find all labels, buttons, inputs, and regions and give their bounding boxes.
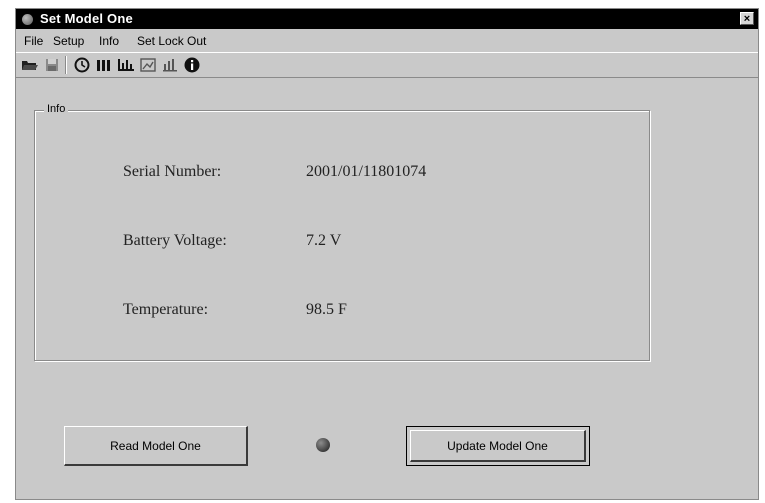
read-model-one-button[interactable]: Read Model One: [64, 426, 248, 466]
update-button-face: Update Model One: [410, 430, 586, 462]
info-group-legend: Info: [44, 103, 69, 115]
toolbar: [16, 52, 758, 78]
serial-number-label: Serial Number:: [123, 163, 222, 180]
status-indicator-icon: [316, 438, 330, 452]
close-button[interactable]: ×: [740, 12, 754, 25]
update-model-one-button[interactable]: Update Model One: [406, 426, 590, 466]
battery-voltage-label: Battery Voltage:: [123, 232, 227, 249]
menu-info[interactable]: Info: [99, 34, 119, 48]
temperature-value: 98.5 F: [306, 301, 347, 318]
image-chart-icon[interactable]: [138, 56, 158, 74]
clock-icon[interactable]: [72, 56, 92, 74]
menu-set-lock-out[interactable]: Set Lock Out: [137, 34, 206, 48]
serial-number-value: 2001/01/11801074: [306, 163, 427, 180]
save-disk-icon[interactable]: [42, 56, 62, 74]
small-bars-icon[interactable]: [160, 56, 180, 74]
toolbar-separator: [65, 56, 67, 74]
battery-voltage-value: 7.2 V: [306, 232, 342, 249]
bar-columns-icon[interactable]: [94, 56, 114, 74]
update-model-one-label: Update Model One: [447, 438, 548, 453]
title-bar[interactable]: Set Model One ×: [16, 9, 758, 29]
menu-setup[interactable]: Setup: [53, 34, 84, 48]
app-icon: [22, 14, 33, 25]
info-icon[interactable]: [182, 56, 202, 74]
temperature-label: Temperature:: [123, 301, 209, 318]
menu-bar: File Setup Info Set Lock Out: [16, 30, 758, 50]
bar-chart-icon[interactable]: [116, 56, 136, 74]
menu-file[interactable]: File: [24, 34, 43, 48]
window-title: Set Model One: [40, 11, 133, 26]
open-folder-icon[interactable]: [20, 56, 40, 74]
read-model-one-label: Read Model One: [110, 438, 201, 453]
